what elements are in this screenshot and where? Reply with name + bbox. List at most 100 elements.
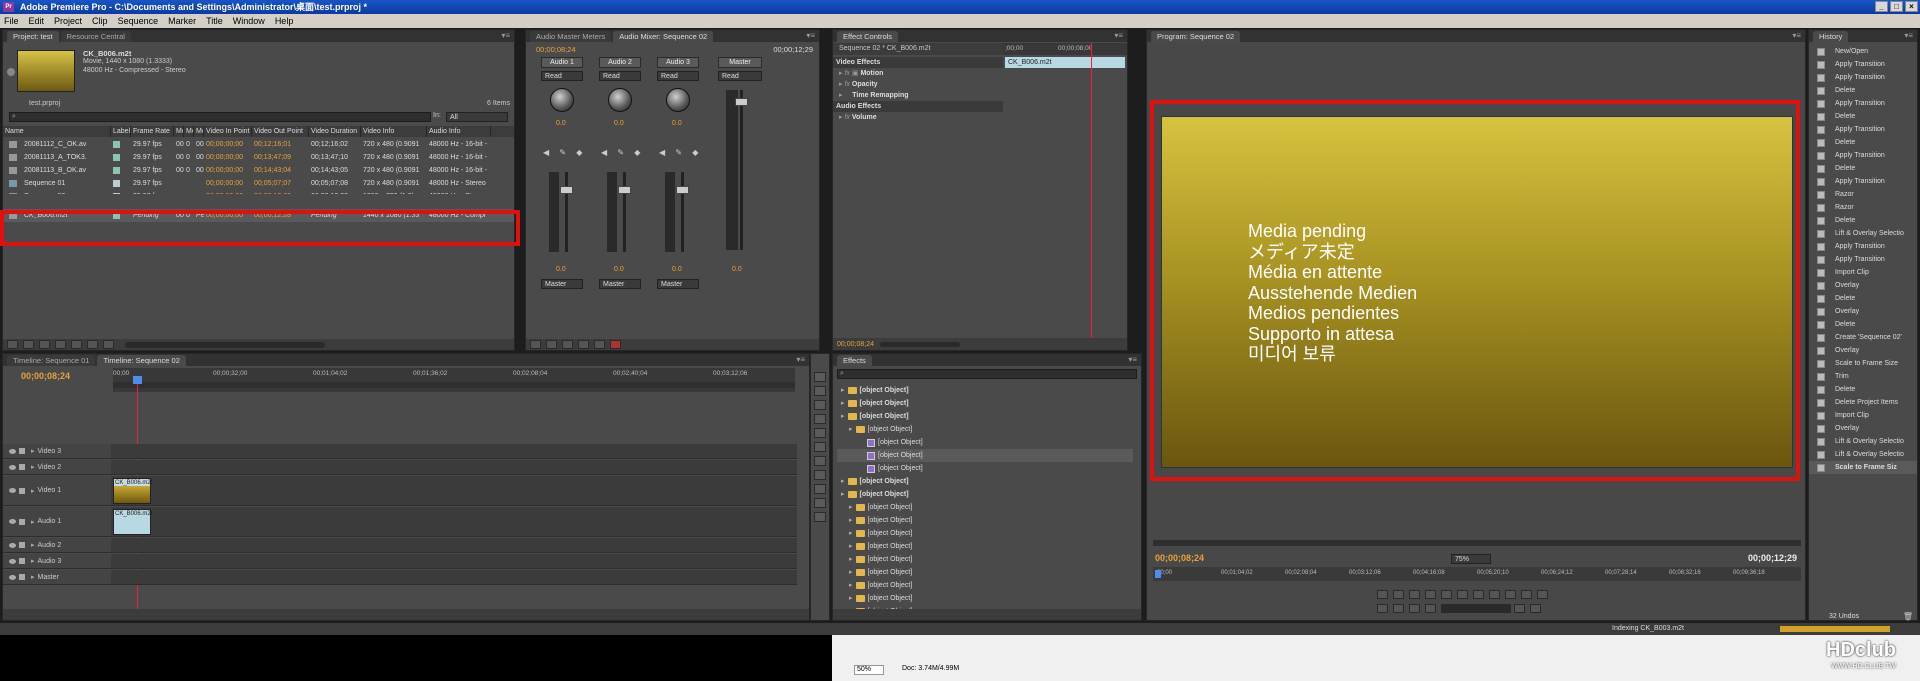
go-to-in-icon[interactable] bbox=[530, 340, 541, 349]
find-icon[interactable] bbox=[55, 340, 66, 349]
history-item[interactable]: Trim bbox=[1809, 370, 1917, 383]
timeline-ruler[interactable]: 00;00 00;00;32;00 00;01;04;02 00;01;36;02 00… bbox=[113, 368, 795, 392]
project-row[interactable]: 20081112_C_OK.av 29.97 fps 00 0 00 00;00;00;0… bbox=[3, 138, 514, 151]
loop-icon[interactable] bbox=[594, 340, 605, 349]
menu-sequence[interactable]: Sequence bbox=[118, 14, 159, 28]
safe-margins-icon[interactable] bbox=[1521, 590, 1532, 599]
tab-timeline-seq02[interactable]: Timeline: Sequence 02 bbox=[97, 355, 186, 366]
effects-tree-item[interactable]: ▸ [object Object] bbox=[837, 579, 1133, 592]
volume-value[interactable]: 0.0 bbox=[672, 266, 682, 273]
output-select[interactable]: Master bbox=[541, 279, 583, 289]
expand-arrow-icon[interactable]: ▸ bbox=[849, 502, 853, 513]
expand-arrow-icon[interactable]: ▸ bbox=[849, 593, 853, 604]
pan-value[interactable]: 0.0 bbox=[672, 120, 682, 127]
history-item[interactable]: Apply Transition bbox=[1809, 123, 1917, 136]
menu-clip[interactable]: Clip bbox=[92, 14, 108, 28]
tab-history[interactable]: History bbox=[1813, 31, 1849, 42]
history-item[interactable]: Delete bbox=[1809, 136, 1917, 149]
history-item[interactable]: Razor bbox=[1809, 188, 1917, 201]
volume-fader-handle[interactable] bbox=[618, 186, 631, 194]
history-item[interactable]: Apply Transition bbox=[1809, 253, 1917, 266]
column-me[interactable]: Me bbox=[194, 126, 204, 137]
extract-icon[interactable] bbox=[1425, 604, 1436, 613]
pan-value[interactable]: 0.0 bbox=[556, 120, 566, 127]
column-video-info[interactable]: Video Info bbox=[361, 126, 427, 137]
effects-tree-item[interactable]: ▸ [object Object] bbox=[837, 501, 1133, 514]
toggle-output-icon[interactable] bbox=[9, 448, 16, 454]
effects-tree-item[interactable]: ▸ [object Object] bbox=[837, 423, 1133, 436]
history-item[interactable]: Delete bbox=[1809, 292, 1917, 305]
history-item[interactable]: Scale to Frame Size bbox=[1809, 357, 1917, 370]
program-zoom-select[interactable]: 75% bbox=[1451, 554, 1491, 564]
automation-select[interactable]: Read bbox=[657, 71, 699, 81]
ec-playhead[interactable] bbox=[1091, 43, 1092, 338]
expand-arrow-icon[interactable]: ▸ bbox=[841, 476, 845, 487]
lift-icon[interactable] bbox=[1409, 604, 1420, 613]
history-item[interactable]: Lift & Overlay Selectio bbox=[1809, 227, 1917, 240]
program-zoom-scrollbar[interactable] bbox=[1153, 540, 1801, 546]
lock-icon[interactable] bbox=[19, 448, 25, 454]
lock-icon[interactable] bbox=[19, 464, 25, 470]
effects-tree-item[interactable]: ▸ [object Object] bbox=[837, 488, 1133, 501]
tab-program[interactable]: Program: Sequence 02 bbox=[1151, 31, 1241, 42]
effects-tree-item[interactable]: [object Object] bbox=[837, 449, 1133, 462]
play-icon[interactable] bbox=[1457, 590, 1468, 599]
label-swatch[interactable] bbox=[113, 166, 120, 174]
history-item[interactable]: Overlay bbox=[1809, 305, 1917, 318]
master-name-button[interactable]: Master bbox=[718, 57, 762, 68]
program-playhead[interactable] bbox=[1155, 570, 1161, 578]
pen-tool-icon[interactable] bbox=[814, 484, 826, 494]
history-item[interactable]: Delete bbox=[1809, 84, 1917, 97]
new-item-icon[interactable] bbox=[87, 340, 98, 349]
zoom-field[interactable]: 50% bbox=[854, 665, 884, 675]
slide-tool-icon[interactable] bbox=[814, 470, 826, 480]
volume-value[interactable]: 0.0 bbox=[556, 266, 566, 273]
in-select[interactable]: All bbox=[446, 112, 508, 122]
toggle-output-icon[interactable] bbox=[9, 542, 16, 548]
history-item[interactable]: Apply Transition bbox=[1809, 71, 1917, 84]
minimize-icon[interactable]: _ bbox=[1875, 1, 1888, 12]
tab-effect-controls[interactable]: Effect Controls bbox=[837, 31, 899, 42]
channel-name-button[interactable]: Audio 3 bbox=[657, 57, 699, 68]
lock-icon[interactable] bbox=[19, 574, 25, 580]
volume-fader-handle[interactable] bbox=[676, 186, 689, 194]
effects-tree-item[interactable]: ▸ [object Object] bbox=[837, 410, 1133, 423]
timeline-tc[interactable]: 00;00;08;24 bbox=[21, 371, 70, 381]
set-marker-icon[interactable] bbox=[1409, 590, 1420, 599]
mute-solo-record-icon[interactable]: ◀ ✎ ◆ bbox=[659, 148, 702, 157]
expand-track-icon[interactable]: ▸ bbox=[31, 463, 35, 471]
project-row[interactable]: Sequence 01 29.97 fps 00;00;00;00 00;05;07;… bbox=[3, 177, 514, 190]
expand-arrow-icon[interactable]: ▸ bbox=[849, 554, 853, 565]
toggle-output-icon[interactable] bbox=[9, 558, 16, 564]
history-item[interactable]: Lift & Overlay Selectio bbox=[1809, 448, 1917, 461]
column-audio-info[interactable]: Audio Info bbox=[427, 126, 491, 137]
maximize-icon[interactable]: □ bbox=[1890, 1, 1903, 12]
expand-arrow-icon[interactable]: ▸ bbox=[849, 424, 853, 435]
panel-menu-icon[interactable]: ▾≡ bbox=[1114, 31, 1123, 40]
tab-project[interactable]: Project: test bbox=[7, 31, 59, 42]
expand-arrow-icon[interactable]: ▸ bbox=[841, 398, 845, 409]
jog-wheel[interactable] bbox=[1441, 604, 1511, 613]
mark-in-icon[interactable] bbox=[1377, 590, 1388, 599]
tab-timeline-seq01[interactable]: Timeline: Sequence 01 bbox=[7, 355, 96, 366]
expand-arrow-icon[interactable]: ▸ bbox=[849, 580, 853, 591]
effects-tree-item[interactable]: ▸ [object Object] bbox=[837, 514, 1133, 527]
history-item[interactable]: Lift & Overlay Selectio bbox=[1809, 435, 1917, 448]
step-back-icon[interactable] bbox=[1441, 590, 1452, 599]
toggle-output-icon[interactable] bbox=[9, 464, 16, 470]
zoom-tool-icon[interactable] bbox=[814, 512, 826, 522]
effects-tree-item[interactable]: ▸ [object Object] bbox=[837, 566, 1133, 579]
effects-tree-item[interactable]: ▸ [object Object] bbox=[837, 384, 1133, 397]
menu-marker[interactable]: Marker bbox=[168, 14, 196, 28]
pan-knob[interactable] bbox=[608, 88, 632, 112]
razor-tool-icon[interactable] bbox=[814, 442, 826, 452]
menu-edit[interactable]: Edit bbox=[29, 14, 45, 28]
tab-audio-master-meters[interactable]: Audio Master Meters bbox=[530, 31, 612, 42]
output-select[interactable]: Master bbox=[599, 279, 641, 289]
panel-menu-icon[interactable]: ▾≡ bbox=[1904, 31, 1913, 40]
expand-track-icon[interactable]: ▸ bbox=[31, 541, 35, 549]
pan-value[interactable]: 0.0 bbox=[614, 120, 624, 127]
label-swatch[interactable] bbox=[113, 192, 120, 194]
master-fader-handle[interactable] bbox=[735, 98, 748, 106]
column-video-in-point[interactable]: Video In Point bbox=[204, 126, 252, 137]
